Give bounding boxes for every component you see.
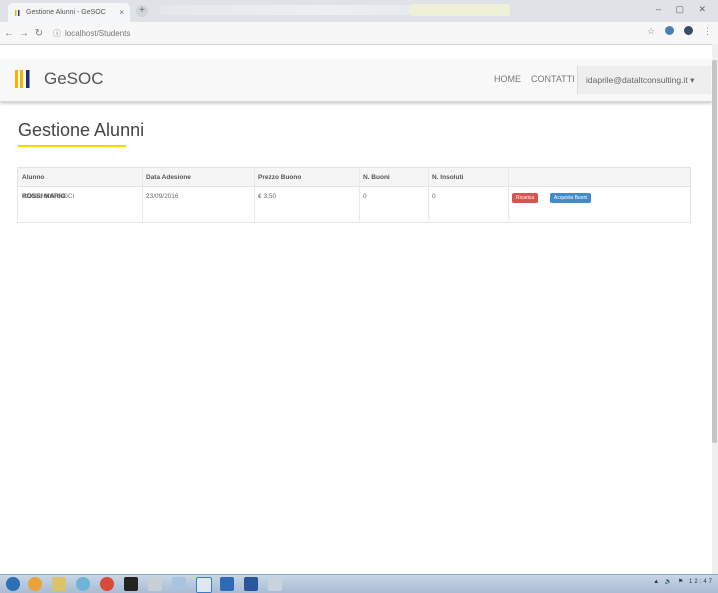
header-prezzo-buono: Prezzo Buono xyxy=(258,174,302,181)
student-birth-info: 22/09/2006, NOCI xyxy=(22,193,75,200)
column-divider xyxy=(428,168,429,221)
students-table: Alunno Data Adesione Prezzo Buono N. Buo… xyxy=(17,167,691,223)
profile-icon[interactable] xyxy=(684,26,693,35)
system-tray[interactable]: ▲ 🔈 ⚑ 12:47 xyxy=(653,578,714,585)
back-arrow-icon[interactable]: ← xyxy=(3,28,15,39)
window-controls[interactable]: – ▢ ✕ xyxy=(656,4,712,15)
nav-contatti-link[interactable]: CONTATTI xyxy=(531,74,575,84)
brand-name[interactable]: GeSOC xyxy=(44,69,104,89)
url-field[interactable]: ⓘ localhost/Students xyxy=(53,28,130,39)
app-navbar: GeSOC HOME CONTATTI idaprile@dataltconsu… xyxy=(0,59,712,102)
column-divider xyxy=(359,168,360,221)
reload-icon[interactable]: ↻ xyxy=(33,28,45,39)
ricarica-button[interactable]: Ricarica xyxy=(512,193,539,203)
column-divider xyxy=(142,168,143,221)
user-email: idaprile@dataltconsulting.it ▾ xyxy=(586,74,695,85)
table-row: ROSSI MARIO 22/09/2006, NOCI 23/09/2016 … xyxy=(18,187,690,222)
url-text: localhost/Students xyxy=(65,28,131,38)
title-underline xyxy=(18,145,126,147)
tab-close-icon[interactable]: × xyxy=(119,8,124,17)
table-header: Alunno Data Adesione Prezzo Buono N. Buo… xyxy=(18,168,690,187)
page-title: Gestione Alunni xyxy=(18,120,145,140)
windows-taskbar: ▲ 🔈 ⚑ 12:47 xyxy=(0,574,718,593)
header-n-insoluti: N. Insoluti xyxy=(432,174,464,181)
chrome-icon[interactable] xyxy=(100,577,114,591)
word-icon[interactable] xyxy=(244,577,258,591)
n-insoluti-cell: 0 xyxy=(432,193,436,200)
terminal-icon[interactable] xyxy=(124,577,138,591)
start-button-icon[interactable] xyxy=(6,577,20,591)
n-buoni-cell: 0 xyxy=(363,193,367,200)
data-adesione-cell: 23/09/2016 xyxy=(146,193,179,200)
internet-explorer-icon[interactable] xyxy=(76,577,90,591)
header-alunno: Alunno xyxy=(22,174,45,181)
header-data-adesione: Data Adesione xyxy=(146,174,191,181)
browser-toolbar-icons: ☆ ⋮ xyxy=(647,26,712,37)
app-icon[interactable] xyxy=(148,577,162,591)
teamviewer-icon[interactable] xyxy=(196,577,212,593)
column-divider xyxy=(508,168,509,221)
forward-arrow-icon[interactable]: → xyxy=(18,28,30,39)
blurred-tab-area-highlight xyxy=(410,4,510,16)
file-explorer-icon[interactable] xyxy=(52,577,66,591)
outlook-icon[interactable] xyxy=(220,577,234,591)
header-n-buoni: N. Buoni xyxy=(363,174,390,181)
favicon-icon xyxy=(15,9,20,16)
nav-home-link[interactable]: HOME xyxy=(494,74,521,84)
scrollbar-thumb[interactable] xyxy=(712,60,717,443)
extension-icon[interactable] xyxy=(665,26,674,35)
new-tab-button[interactable]: + xyxy=(136,5,148,17)
app-icon[interactable] xyxy=(172,577,186,591)
browser-tab[interactable]: Gestione Alunni - GeSOC × xyxy=(8,3,130,22)
browser-tab-title: Gestione Alunni - GeSOC xyxy=(26,9,106,16)
address-bar: ← → ↻ ⓘ localhost/Students xyxy=(0,22,718,45)
browser-tab-strip: Gestione Alunni - GeSOC × + – ▢ ✕ xyxy=(0,0,718,22)
media-player-icon[interactable] xyxy=(28,577,42,591)
menu-icon[interactable]: ⋮ xyxy=(703,26,712,37)
acquista-buoni-button[interactable]: Acquista Buoni xyxy=(550,193,592,203)
prezzo-buono-cell: € 3,50 xyxy=(258,193,277,200)
star-icon[interactable]: ☆ xyxy=(647,26,655,37)
user-menu-dropdown[interactable]: idaprile@dataltconsulting.it ▾ xyxy=(577,66,711,94)
cutlery-logo-icon[interactable] xyxy=(13,68,35,90)
app-icon[interactable] xyxy=(268,577,282,591)
column-divider xyxy=(254,168,255,221)
info-icon: ⓘ xyxy=(53,28,61,38)
